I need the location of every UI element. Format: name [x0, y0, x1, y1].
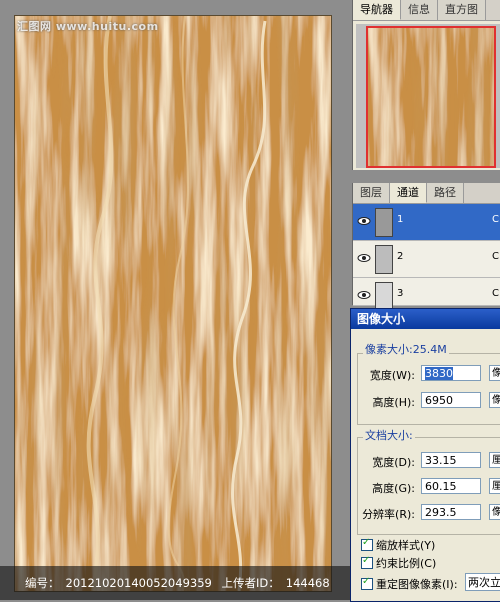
width-label: 宽度(W): — [369, 369, 415, 382]
tab-paths[interactable]: 路径 — [427, 183, 464, 203]
channel-row-1[interactable]: 1 C — [353, 204, 500, 241]
channel-row-2[interactable]: 2 C — [353, 241, 500, 278]
height-label: 高度(H): — [372, 396, 415, 409]
tab-navigator[interactable]: 导航器 — [353, 0, 401, 20]
height-pixels-unit-select[interactable]: 像 — [489, 392, 500, 408]
checkbox-checked-icon[interactable] — [361, 576, 373, 590]
tab-channels[interactable]: 通道 — [390, 183, 427, 203]
tab-layers[interactable]: 图层 — [353, 183, 390, 203]
eye-icon[interactable] — [357, 288, 371, 302]
image-info-bar: 编号： 20121020140052049359 上传者ID： 144468 — [0, 566, 350, 600]
resample-label: 重定图像像素(I): — [376, 578, 458, 591]
resolution-label: 分辨率(R): — [362, 508, 415, 521]
resolution-unit-select[interactable]: 像 — [489, 504, 500, 520]
checkbox-checked-icon[interactable] — [361, 537, 373, 551]
id-label: 编号： — [25, 576, 60, 590]
resample-checkbox[interactable]: 重定图像像素(I): — [361, 576, 458, 592]
pixel-size-group — [357, 353, 500, 425]
doc-height-unit-select[interactable]: 厘 — [489, 478, 500, 494]
channel-thumbnail — [375, 208, 393, 237]
channel-thumbnail — [375, 282, 393, 311]
navigator-view-box[interactable] — [366, 26, 496, 168]
resample-method-select[interactable]: 两次立方 — [465, 573, 500, 591]
marble-image — [15, 16, 331, 591]
document-canvas[interactable]: 汇图网 www.huitu.com — [14, 15, 332, 592]
dialog-title: 图像大小 — [351, 309, 500, 329]
height-pixels-input[interactable]: 6950 — [421, 392, 481, 408]
uploader-value: 144468 — [285, 576, 330, 590]
pixel-size-label: 像素大小:25.4M — [363, 341, 449, 357]
navigator-panel: 导航器 信息 直方图 — [352, 0, 500, 170]
constrain-label: 约束比例(C) — [376, 557, 437, 570]
doc-width-label: 宽度(D): — [372, 456, 415, 469]
resolution-input[interactable]: 293.5 — [421, 504, 481, 520]
channel-thumbnail — [375, 245, 393, 274]
constrain-proportions-checkbox[interactable]: 约束比例(C) — [361, 555, 436, 571]
channels-tabs: 图层 通道 路径 — [353, 183, 500, 204]
width-pixels-input[interactable]: 3830 — [421, 365, 481, 381]
channel-label: 2 — [397, 251, 404, 262]
watermark-logo-text: 汇图网 www.huitu.com — [17, 20, 159, 33]
eye-icon[interactable] — [357, 251, 371, 265]
navigator-tabs: 导航器 信息 直方图 — [353, 0, 500, 21]
document-size-label: 文档大小: — [363, 427, 415, 443]
checkbox-checked-icon[interactable] — [361, 555, 373, 569]
tab-histogram[interactable]: 直方图 — [438, 0, 486, 20]
eye-icon[interactable] — [357, 214, 371, 228]
channel-shortcut: C — [492, 251, 499, 262]
navigator-thumbnail — [368, 28, 494, 166]
doc-height-input[interactable]: 60.15 — [421, 478, 481, 494]
channel-row-3[interactable]: 3 C — [353, 278, 500, 311]
doc-width-input[interactable]: 33.15 — [421, 452, 481, 468]
tab-info[interactable]: 信息 — [401, 0, 438, 20]
channels-panel: 图层 通道 路径 1 C 2 C 3 C — [352, 183, 500, 311]
id-value: 20121020140052049359 — [65, 576, 212, 590]
uploader-label: 上传者ID： — [221, 576, 280, 590]
doc-height-label: 高度(G): — [372, 482, 415, 495]
doc-width-unit-select[interactable]: 厘 — [489, 452, 500, 468]
width-pixels-value: 3830 — [425, 367, 453, 380]
channel-label: 1 — [397, 214, 404, 225]
scale-styles-label: 缩放样式(Y) — [376, 539, 436, 552]
navigator-preview-area — [356, 24, 500, 168]
image-size-dialog: 图像大小 像素大小:25.4M 宽度(W): 3830 像 高度(H): 695… — [350, 308, 500, 602]
width-pixels-unit-select[interactable]: 像 — [489, 365, 500, 381]
channel-label: 3 — [397, 288, 404, 299]
scale-styles-checkbox[interactable]: 缩放样式(Y) — [361, 537, 435, 553]
channel-shortcut: C — [492, 214, 499, 225]
channel-shortcut: C — [492, 288, 499, 299]
